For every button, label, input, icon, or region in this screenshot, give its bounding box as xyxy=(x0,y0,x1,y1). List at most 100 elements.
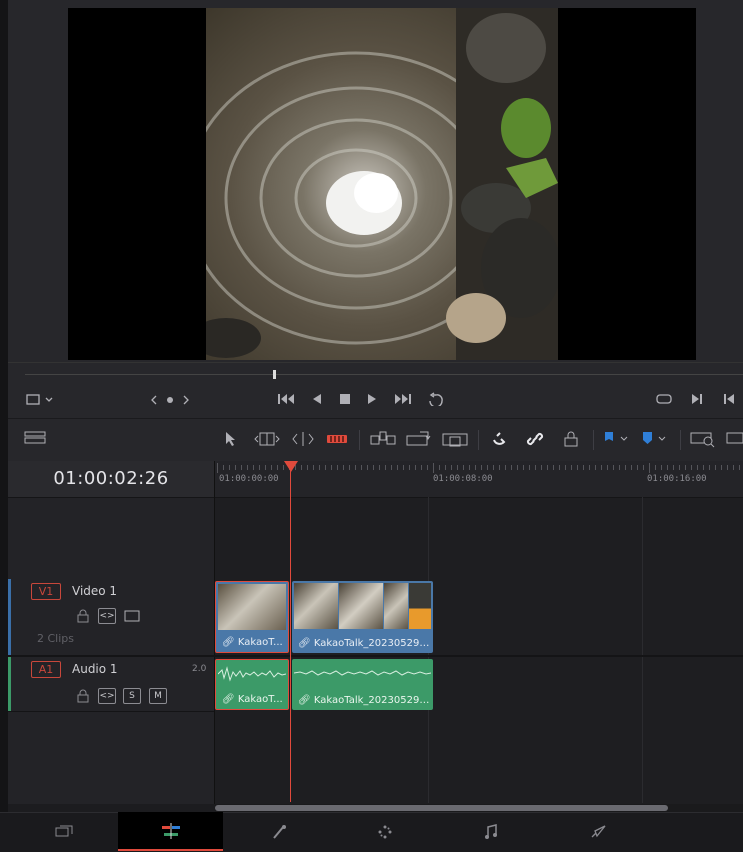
track-lock-icon[interactable] xyxy=(77,688,89,707)
ruler-tick xyxy=(325,465,326,470)
scrubber-head[interactable] xyxy=(273,370,276,379)
go-to-end-icon[interactable] xyxy=(392,392,412,406)
video-track-name[interactable]: Video 1 xyxy=(72,584,117,598)
blade-edit-icon[interactable] xyxy=(326,431,348,447)
replace-clip-icon[interactable] xyxy=(442,430,468,448)
trim-edit-icon[interactable] xyxy=(254,431,280,447)
snapping-icon[interactable] xyxy=(490,430,508,448)
next-edit-icon[interactable] xyxy=(690,392,704,406)
previous-edit-icon[interactable] xyxy=(722,392,736,406)
edit-page-button[interactable] xyxy=(118,812,223,851)
ruler-tick xyxy=(451,465,452,470)
video-clip[interactable]: 🔗︎ KakaoTalk_20230529_0... xyxy=(292,581,433,653)
flag-icon[interactable] xyxy=(603,431,631,447)
video-clip[interactable]: 🔗︎ KakaoT... xyxy=(215,581,289,653)
ruler-tick xyxy=(571,465,572,470)
toolbar-separator xyxy=(680,430,681,450)
ruler-tick xyxy=(391,465,392,470)
position-lock-icon[interactable] xyxy=(562,430,580,448)
fusion-icon xyxy=(272,824,286,839)
link-icon: 🔗︎ xyxy=(298,695,311,706)
ruler-tick xyxy=(475,465,476,470)
deliver-page-button[interactable] xyxy=(545,812,650,851)
ruler-tick xyxy=(469,465,470,470)
cut-edit-icon xyxy=(161,822,180,839)
media-page-button[interactable] xyxy=(12,812,117,851)
ruler-tick xyxy=(337,465,338,470)
playhead-line[interactable] xyxy=(290,470,291,802)
stop-icon[interactable] xyxy=(338,392,352,406)
ruler-tick xyxy=(625,465,626,470)
toolbar-separator xyxy=(359,430,360,450)
linked-selection-icon[interactable] xyxy=(526,430,544,448)
ruler-tick xyxy=(223,465,224,470)
ruler-tick xyxy=(277,465,278,470)
fairlight-page-button[interactable] xyxy=(438,812,543,851)
clip-label: 🔗︎ KakaoT... xyxy=(216,633,288,652)
ruler-tick xyxy=(457,465,458,470)
go-to-start-icon[interactable] xyxy=(277,392,297,406)
selection-tool-icon[interactable] xyxy=(223,431,237,447)
mute-button[interactable]: M xyxy=(149,688,167,704)
clip-name: KakaoT... xyxy=(237,637,283,648)
timecode-display[interactable]: 01:00:02:26 xyxy=(8,468,214,489)
viewer-scrubber[interactable] xyxy=(25,374,743,375)
playhead-handle[interactable] xyxy=(284,461,298,472)
zoom-detail-icon[interactable] xyxy=(726,430,743,448)
disable-video-track-icon[interactable] xyxy=(124,608,140,627)
zoom-full-icon[interactable] xyxy=(690,430,718,448)
ruler-tick xyxy=(523,465,524,470)
ruler-tick xyxy=(379,465,380,470)
ruler-tick xyxy=(721,465,722,470)
clip-thumbnail xyxy=(218,584,286,630)
match-frame-icon[interactable] xyxy=(655,392,673,406)
ruler-tick xyxy=(577,465,578,470)
ruler-tick xyxy=(373,465,374,470)
jog-control-icon[interactable] xyxy=(150,393,190,407)
auto-track-select-icon[interactable]: <> xyxy=(98,608,116,624)
clip-thumbnail xyxy=(384,583,408,629)
track-lock-icon[interactable] xyxy=(77,608,89,627)
ruler-tick xyxy=(739,465,740,470)
viewer-crop-icon[interactable] xyxy=(26,393,56,407)
ruler-tick xyxy=(409,465,410,470)
ruler-tick xyxy=(235,465,236,470)
dynamic-trim-icon[interactable] xyxy=(290,431,316,447)
auto-track-select-icon[interactable]: <> xyxy=(98,688,116,704)
play-reverse-icon[interactable] xyxy=(310,392,324,406)
track-divider xyxy=(8,711,214,712)
fusion-page-button[interactable] xyxy=(226,812,331,851)
ruler-tick xyxy=(331,465,332,470)
ruler-tick xyxy=(697,465,698,470)
link-icon: 🔗︎ xyxy=(298,638,311,649)
ruler-tick xyxy=(505,465,506,470)
video-track-tag[interactable]: V1 xyxy=(31,583,61,600)
ruler-tick xyxy=(565,465,566,470)
ruler-tick xyxy=(733,465,734,470)
audio-channel-format: 2.0 xyxy=(192,664,207,674)
ruler-tick xyxy=(655,465,656,470)
media-icon xyxy=(55,825,72,836)
timeline-view-options-icon[interactable] xyxy=(24,431,46,445)
audio-clip[interactable]: 🔗︎ KakaoT... xyxy=(215,659,289,710)
color-page-button[interactable] xyxy=(332,812,437,851)
audio-clip[interactable]: 🔗︎ KakaoTalk_20230529_0... xyxy=(292,659,433,710)
timeline-scrollbar-thumb[interactable] xyxy=(215,805,668,811)
ruler-tick xyxy=(241,465,242,470)
ruler-tick xyxy=(535,465,536,470)
play-icon[interactable] xyxy=(365,392,379,406)
ruler-tick xyxy=(439,465,440,470)
link-icon: 🔗︎ xyxy=(222,694,235,705)
solo-button[interactable]: S xyxy=(123,688,141,704)
ruler-tick xyxy=(385,465,386,470)
ruler-tick xyxy=(517,465,518,470)
marker-icon[interactable] xyxy=(641,431,669,447)
toolbar-separator xyxy=(593,430,594,450)
loop-icon[interactable] xyxy=(426,392,446,406)
insert-clip-icon[interactable] xyxy=(370,430,396,448)
ruler-tick xyxy=(679,465,680,470)
ruler-tick xyxy=(361,465,362,470)
overwrite-clip-icon[interactable] xyxy=(406,430,432,448)
audio-track-name[interactable]: Audio 1 xyxy=(72,662,118,676)
audio-track-tag[interactable]: A1 xyxy=(31,661,61,678)
